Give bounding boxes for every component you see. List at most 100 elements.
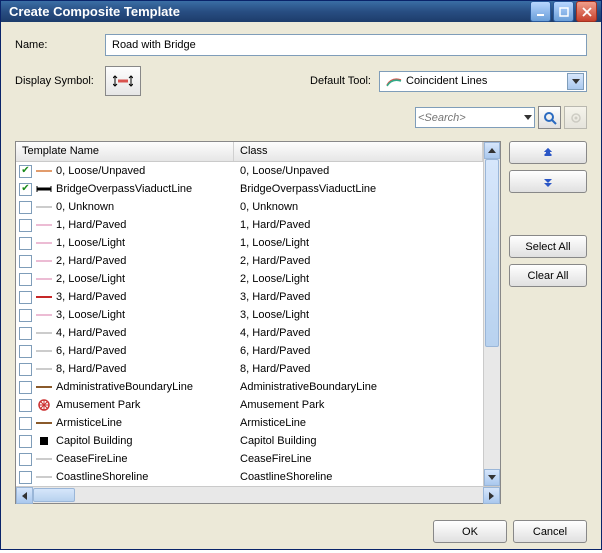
move-down-button[interactable] xyxy=(509,170,587,193)
table-row[interactable]: 3, Loose/Light3, Loose/Light xyxy=(16,306,483,324)
display-symbol-button[interactable] xyxy=(105,66,141,96)
row-symbol-icon xyxy=(35,219,53,231)
row-class: 1, Loose/Light xyxy=(234,237,483,249)
name-input[interactable] xyxy=(105,34,587,56)
row-template-name: 2, Hard/Paved xyxy=(56,255,126,267)
clear-all-button[interactable]: Clear All xyxy=(509,264,587,287)
row-template-name: 2, Loose/Light xyxy=(56,273,125,285)
horizontal-scrollbar[interactable] xyxy=(16,486,500,503)
row-template-name: 3, Loose/Light xyxy=(56,309,125,321)
row-checkbox[interactable] xyxy=(19,435,32,448)
minimize-button[interactable] xyxy=(530,1,551,22)
row-checkbox[interactable] xyxy=(19,291,32,304)
default-tool-select[interactable]: Coincident Lines xyxy=(379,71,587,92)
row-template-name: 0, Unknown xyxy=(56,201,114,213)
row-class: AdministrativeBoundaryLine xyxy=(234,381,483,393)
column-class[interactable]: Class xyxy=(234,142,483,161)
row-checkbox[interactable] xyxy=(19,399,32,412)
row-template-name: 1, Loose/Light xyxy=(56,237,125,249)
table-row[interactable]: 4, Hard/Paved4, Hard/Paved xyxy=(16,324,483,342)
row-checkbox[interactable] xyxy=(19,183,32,196)
row-checkbox[interactable] xyxy=(19,417,32,430)
row-class: Capitol Building xyxy=(234,435,483,447)
row-checkbox[interactable] xyxy=(19,201,32,214)
row-checkbox[interactable] xyxy=(19,255,32,268)
row-template-name: AdministrativeBoundaryLine xyxy=(56,381,193,393)
column-template-name[interactable]: Template Name xyxy=(16,142,234,161)
row-symbol-icon xyxy=(35,417,53,429)
row-class: CoastlineShoreline xyxy=(234,471,483,483)
row-template-name: ArmisticeLine xyxy=(56,417,122,429)
scroll-down-button[interactable] xyxy=(484,469,500,486)
row-symbol-icon xyxy=(35,363,53,375)
row-checkbox[interactable] xyxy=(19,327,32,340)
table-row[interactable]: BridgeOverpassViaductLineBridgeOverpassV… xyxy=(16,180,483,198)
table-row[interactable]: 0, Loose/Unpaved 0, Loose/Unpaved xyxy=(16,162,483,180)
row-symbol-icon xyxy=(35,435,53,447)
table-row[interactable]: 8, Hard/Paved8, Hard/Paved xyxy=(16,360,483,378)
search-input[interactable] xyxy=(418,112,524,124)
search-button[interactable] xyxy=(538,106,561,129)
row-class: 2, Hard/Paved xyxy=(234,255,483,267)
row-checkbox[interactable] xyxy=(19,345,32,358)
row-checkbox[interactable] xyxy=(19,309,32,322)
row-template-name: 8, Hard/Paved xyxy=(56,363,126,375)
row-template-name: CeaseFireLine xyxy=(56,453,128,465)
row-class: 1, Hard/Paved xyxy=(234,219,483,231)
template-table: Template Name Class 0, Loose/Unpaved0, L… xyxy=(15,141,501,504)
table-row[interactable]: Amusement ParkAmusement Park xyxy=(16,396,483,414)
row-checkbox[interactable] xyxy=(19,273,32,286)
move-up-button[interactable] xyxy=(509,141,587,164)
vertical-scrollbar[interactable] xyxy=(483,142,500,486)
row-checkbox[interactable] xyxy=(19,453,32,466)
row-checkbox[interactable] xyxy=(19,165,32,178)
row-template-name: 1, Hard/Paved xyxy=(56,219,126,231)
table-row[interactable]: ArmisticeLineArmisticeLine xyxy=(16,414,483,432)
scroll-left-button[interactable] xyxy=(16,487,33,504)
table-row[interactable]: CoastlineShoreline CoastlineShoreline xyxy=(16,468,483,486)
row-symbol-icon xyxy=(35,309,53,321)
table-row[interactable]: AdministrativeBoundaryLine Administrative… xyxy=(16,378,483,396)
table-row[interactable]: CeaseFireLineCeaseFireLine xyxy=(16,450,483,468)
row-symbol-icon xyxy=(35,165,53,177)
titlebar: Create Composite Template xyxy=(1,1,601,22)
table-row[interactable]: 6, Hard/Paved 6, Hard/Paved xyxy=(16,342,483,360)
coincident-lines-icon xyxy=(386,73,402,89)
row-symbol-icon xyxy=(35,291,53,303)
scroll-right-button[interactable] xyxy=(483,487,500,504)
row-class: 6, Hard/Paved xyxy=(234,345,483,357)
row-checkbox[interactable] xyxy=(19,363,32,376)
row-symbol-icon xyxy=(35,255,53,267)
row-class: 2, Loose/Light xyxy=(234,273,483,285)
row-symbol-icon xyxy=(35,273,53,285)
row-symbol-icon xyxy=(35,381,53,393)
scroll-up-button[interactable] xyxy=(484,142,500,159)
cancel-button[interactable]: Cancel xyxy=(513,520,587,543)
row-checkbox[interactable] xyxy=(19,471,32,484)
row-template-name: 3, Hard/Paved xyxy=(56,291,126,303)
table-row[interactable]: 1, Hard/Paved 1, Hard/Paved xyxy=(16,216,483,234)
hscroll-thumb[interactable] xyxy=(33,487,483,503)
row-checkbox[interactable] xyxy=(19,237,32,250)
row-template-name: CoastlineShoreline xyxy=(56,471,148,483)
table-row[interactable]: 1, Loose/Light 1, Loose/Light xyxy=(16,234,483,252)
row-symbol-icon xyxy=(35,471,53,483)
row-template-name: 0, Loose/Unpaved xyxy=(56,165,145,177)
table-row[interactable]: 2, Loose/Light 2, Loose/Light xyxy=(16,270,483,288)
row-symbol-icon xyxy=(35,345,53,357)
table-row[interactable]: Capitol BuildingCapitol Building xyxy=(16,432,483,450)
table-row[interactable]: 2, Hard/Paved 2, Hard/Paved xyxy=(16,252,483,270)
select-all-button[interactable]: Select All xyxy=(509,235,587,258)
row-checkbox[interactable] xyxy=(19,219,32,232)
table-row[interactable]: 0, Unknown0, Unknown xyxy=(16,198,483,216)
name-label: Name: xyxy=(15,39,105,51)
scroll-thumb[interactable] xyxy=(484,159,500,469)
maximize-button[interactable] xyxy=(553,1,574,22)
close-button[interactable] xyxy=(576,1,597,22)
search-box[interactable] xyxy=(415,107,535,128)
row-checkbox[interactable] xyxy=(19,381,32,394)
row-class: 0, Loose/Unpaved xyxy=(234,165,483,177)
ok-button[interactable]: OK xyxy=(433,520,507,543)
table-row[interactable]: 3, Hard/Paved3, Hard/Paved xyxy=(16,288,483,306)
row-template-name: 6, Hard/Paved xyxy=(56,345,126,357)
